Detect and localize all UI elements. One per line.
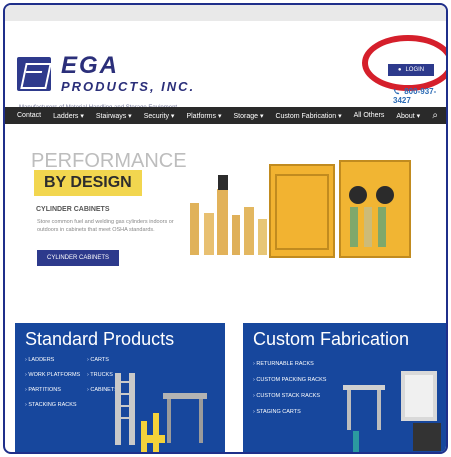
hero-highlight: BY DESIGN: [34, 170, 142, 196]
standard-product-link[interactable]: PARTITIONS: [25, 387, 87, 393]
search-icon[interactable]: ⌕: [432, 110, 438, 121]
brand-name[interactable]: EGA: [61, 54, 119, 78]
standard-product-link[interactable]: STACKING RACKS: [25, 402, 87, 408]
nav-stairways[interactable]: Stairways ▾: [96, 112, 132, 120]
custom-fabrication-link[interactable]: CUSTOM STACK RACKS: [253, 393, 326, 399]
standard-products-image: [115, 373, 207, 452]
nav-platforms[interactable]: Platforms ▾: [186, 112, 221, 120]
custom-fabrication-link[interactable]: RETURNABLE RACKS: [253, 361, 326, 367]
custom-fabrication-title: Custom Fabrication: [253, 329, 410, 349]
standard-product-link[interactable]: LADDERS: [25, 357, 87, 363]
custom-fabrication-list: RETURNABLE RACKS CUSTOM PACKING RACKS CU…: [253, 361, 326, 415]
cylinder-cabinets-image: [190, 160, 411, 258]
standard-product-link[interactable]: WORK PLATFORMS: [25, 372, 87, 378]
phone-icon: [393, 89, 400, 95]
browser-toolbar: [5, 5, 446, 22]
nav-about[interactable]: About ▾: [396, 112, 420, 120]
brand-subname[interactable]: PRODUCTS, INC.: [61, 79, 195, 94]
phone-number[interactable]: 800-937-3427: [393, 87, 446, 105]
nav-ladders[interactable]: Ladders ▾: [53, 112, 84, 120]
standard-products-title: Standard Products: [25, 329, 175, 349]
nav-all-others[interactable]: All Others: [354, 112, 385, 119]
cylinder-cabinets-button[interactable]: CYLINDER CABINETS: [37, 250, 119, 266]
hero-description: Store common fuel and welding gas cylind…: [37, 219, 174, 233]
annotation-circle: [362, 35, 446, 91]
site-header: EGA PRODUCTS, INC. Manufacturers of Mate…: [5, 21, 446, 111]
nav-contact[interactable]: Contact: [17, 112, 41, 119]
main-nav: Contact Ladders ▾ Stairways ▾ Security ▾…: [5, 107, 446, 124]
custom-fabrication-panel[interactable]: Custom Fabrication RETURNABLE RACKS CUST…: [243, 323, 446, 452]
custom-fabrication-image: [343, 371, 441, 452]
hero-subheading: CYLINDER CABINETS: [36, 206, 110, 213]
nav-storage[interactable]: Storage ▾: [233, 112, 263, 120]
standard-products-panel[interactable]: Standard Products LADDERS CARTS WORK PLA…: [15, 323, 225, 452]
ega-logo-icon[interactable]: [17, 57, 51, 91]
nav-security[interactable]: Security ▾: [144, 112, 175, 120]
nav-custom-fabrication[interactable]: Custom Fabrication ▾: [275, 112, 341, 120]
custom-fabrication-link[interactable]: CUSTOM PACKING RACKS: [253, 377, 326, 383]
custom-fabrication-link[interactable]: STAGING CARTS: [253, 409, 326, 415]
webpage-frame: EGA PRODUCTS, INC. Manufacturers of Mate…: [3, 3, 448, 454]
